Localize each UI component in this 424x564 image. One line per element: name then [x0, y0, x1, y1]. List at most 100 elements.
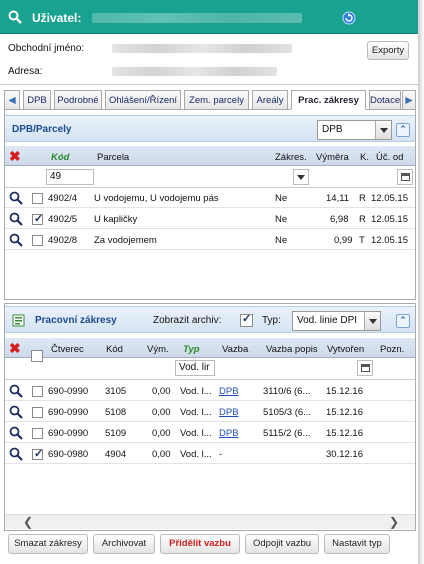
- vazba-link[interactable]: DPB: [219, 407, 239, 418]
- tab-bar: ◀ DPB Podrobné Ohlášení/Řízení Zem. parc…: [4, 90, 416, 110]
- cell-vym: 0,00: [152, 407, 171, 418]
- tab-podrobne[interactable]: Podrobné: [54, 90, 102, 110]
- row-checkbox[interactable]: [32, 212, 43, 225]
- table-row[interactable]: 690-0990 5109 0,00 Vod. l... DPB 5115/2 …: [5, 424, 415, 443]
- cell-vym: 0,00: [152, 449, 171, 460]
- horizontal-scrollbar[interactable]: ❮ ❯: [5, 514, 415, 529]
- table-row[interactable]: 4902/4 U vodojemu, U vodojemu pás Ne 14,…: [5, 189, 415, 208]
- dpb-type-select[interactable]: DPB: [317, 120, 392, 140]
- cell-parcela: U vodojemu, U vodojemu pás: [94, 193, 219, 204]
- row-checkbox[interactable]: [32, 235, 43, 246]
- date-filter-calendar-icon[interactable]: [397, 169, 413, 185]
- col-typ[interactable]: Typ: [183, 344, 200, 355]
- tab-dpb[interactable]: DPB: [23, 90, 51, 110]
- assign-link-button[interactable]: Přidělit vazbu: [160, 534, 240, 554]
- type-select-value: Vod. linie DPI: [297, 315, 358, 326]
- cell-k: R: [359, 193, 366, 204]
- set-type-button[interactable]: Nastavit typ: [324, 534, 390, 554]
- tab-ohlaseni[interactable]: Ohlášení/Řízení: [105, 90, 181, 110]
- col-pozn[interactable]: Pozn.: [380, 344, 404, 355]
- search-icon[interactable]: [9, 191, 23, 205]
- cell-vazba: -: [219, 449, 223, 460]
- date-filter-calendar-icon[interactable]: [357, 360, 373, 376]
- cell-vytvoren: 15.12.16: [326, 407, 363, 418]
- vazba-link[interactable]: DPB: [219, 428, 239, 439]
- col-k[interactable]: K.: [360, 152, 369, 163]
- window-edge: [418, 0, 424, 564]
- col-kod[interactable]: Kód: [106, 344, 123, 355]
- tab-arealy[interactable]: Areály: [252, 90, 288, 110]
- search-icon[interactable]: [9, 447, 23, 461]
- table-row[interactable]: 4902/5 U kapličky Ne 6,98 R 12.05.15: [5, 210, 415, 229]
- archive-checkbox[interactable]: [240, 312, 253, 327]
- table-row[interactable]: 690-0990 5108 0,00 Vod. l... DPB 5105/3 …: [5, 403, 415, 422]
- cell-zakres: Ne: [275, 193, 288, 204]
- kod-filter-input[interactable]: 49: [46, 169, 94, 185]
- row-checkbox[interactable]: [32, 428, 43, 439]
- row-checkbox[interactable]: [32, 386, 43, 397]
- collapse-icon[interactable]: ⌃: [396, 123, 410, 137]
- table-row[interactable]: 690-0980 4904 0,00 Vod. l... - 30.12.16: [5, 445, 415, 464]
- col-vazba[interactable]: Vazba: [222, 344, 248, 355]
- tab-scroll-right-icon[interactable]: ▶: [402, 90, 416, 110]
- zakres-filter-dropdown[interactable]: [293, 169, 309, 185]
- zakresy-section-bar: Pracovní zákresy Zobrazit archiv: Typ: V…: [5, 306, 415, 333]
- scroll-left-icon[interactable]: ❮: [23, 515, 33, 529]
- dpb-filter-row: 49: [5, 166, 415, 188]
- typ-filter-input[interactable]: Vod. lir: [175, 360, 215, 376]
- zakresy-filter-row: Vod. lir: [5, 358, 415, 380]
- cell-typ: Vod. l...: [180, 386, 212, 397]
- col-vym[interactable]: Vým.: [147, 344, 169, 355]
- cell-typ: Vod. l...: [180, 449, 212, 460]
- col-vytvoren[interactable]: Vytvořen: [327, 344, 364, 355]
- vazba-link[interactable]: DPB: [219, 386, 239, 397]
- refresh-icon[interactable]: [342, 11, 356, 25]
- tab-prac-zakresy[interactable]: Prac. zákresy: [291, 90, 366, 110]
- scroll-right-icon[interactable]: ❯: [389, 515, 399, 529]
- col-ctverec[interactable]: Čtverec: [51, 344, 84, 355]
- detach-link-button[interactable]: Odpojit vazbu: [245, 534, 319, 554]
- cell-kod: 4902/5: [48, 214, 78, 225]
- col-parcela[interactable]: Parcela: [97, 152, 129, 163]
- table-row[interactable]: 4902/8 Za vodojemem Ne 0,99 T 12.05.15: [5, 231, 415, 250]
- collapse-icon[interactable]: ⌃: [396, 314, 410, 328]
- dpb-section-title: DPB/Parcely: [12, 124, 72, 135]
- table-row[interactable]: 690-0990 3105 0,00 Vod. l... DPB 3110/6 …: [5, 382, 415, 401]
- delete-drawings-button[interactable]: Smazat zákresy: [8, 534, 88, 554]
- cell-kod: 5109: [105, 428, 127, 439]
- archive-button[interactable]: Archivovat: [93, 534, 155, 554]
- cell-uc-od: 12.05.15: [371, 193, 408, 204]
- col-vazba-popis[interactable]: Vazba popis: [266, 344, 318, 355]
- search-icon[interactable]: [9, 426, 23, 440]
- cell-kod: 5108: [105, 407, 127, 418]
- search-icon[interactable]: [9, 384, 23, 398]
- tab-dotace[interactable]: Dotace: [369, 90, 401, 110]
- col-uc-od[interactable]: Úč. od: [376, 152, 403, 163]
- cell-kod: 3105: [105, 386, 127, 397]
- col-zakres[interactable]: Zákres.: [275, 152, 307, 163]
- exports-button[interactable]: Exporty: [367, 41, 409, 60]
- row-checkbox[interactable]: [32, 193, 43, 204]
- cell-uc-od: 12.05.15: [371, 235, 408, 246]
- col-kod[interactable]: Kód: [51, 152, 69, 163]
- cell-kod: 4902/4: [48, 193, 78, 204]
- search-icon[interactable]: [8, 10, 22, 24]
- cell-zakres: Ne: [275, 214, 288, 225]
- search-icon[interactable]: [9, 233, 23, 247]
- business-name-label: Obchodní jméno:: [8, 43, 85, 54]
- col-vymera[interactable]: Výměra: [316, 152, 349, 163]
- chevron-down-icon: [297, 175, 305, 180]
- archive-label: Zobrazit archiv:: [153, 315, 222, 326]
- tab-zem-parcely[interactable]: Zem. parcely: [184, 90, 249, 110]
- search-icon[interactable]: [9, 405, 23, 419]
- row-checkbox[interactable]: [32, 447, 43, 460]
- delete-filter-icon[interactable]: ✖: [9, 340, 21, 357]
- row-checkbox[interactable]: [32, 407, 43, 418]
- tab-scroll-left-icon[interactable]: ◀: [4, 90, 20, 110]
- cell-vytvoren: 15.12.16: [326, 428, 363, 439]
- search-icon[interactable]: [9, 212, 23, 226]
- zakresy-section-title: Pracovní zákresy: [35, 315, 117, 326]
- delete-filter-icon[interactable]: ✖: [9, 148, 21, 165]
- dpb-type-select-value: DPB: [322, 124, 343, 135]
- type-select[interactable]: Vod. linie DPI: [292, 311, 381, 331]
